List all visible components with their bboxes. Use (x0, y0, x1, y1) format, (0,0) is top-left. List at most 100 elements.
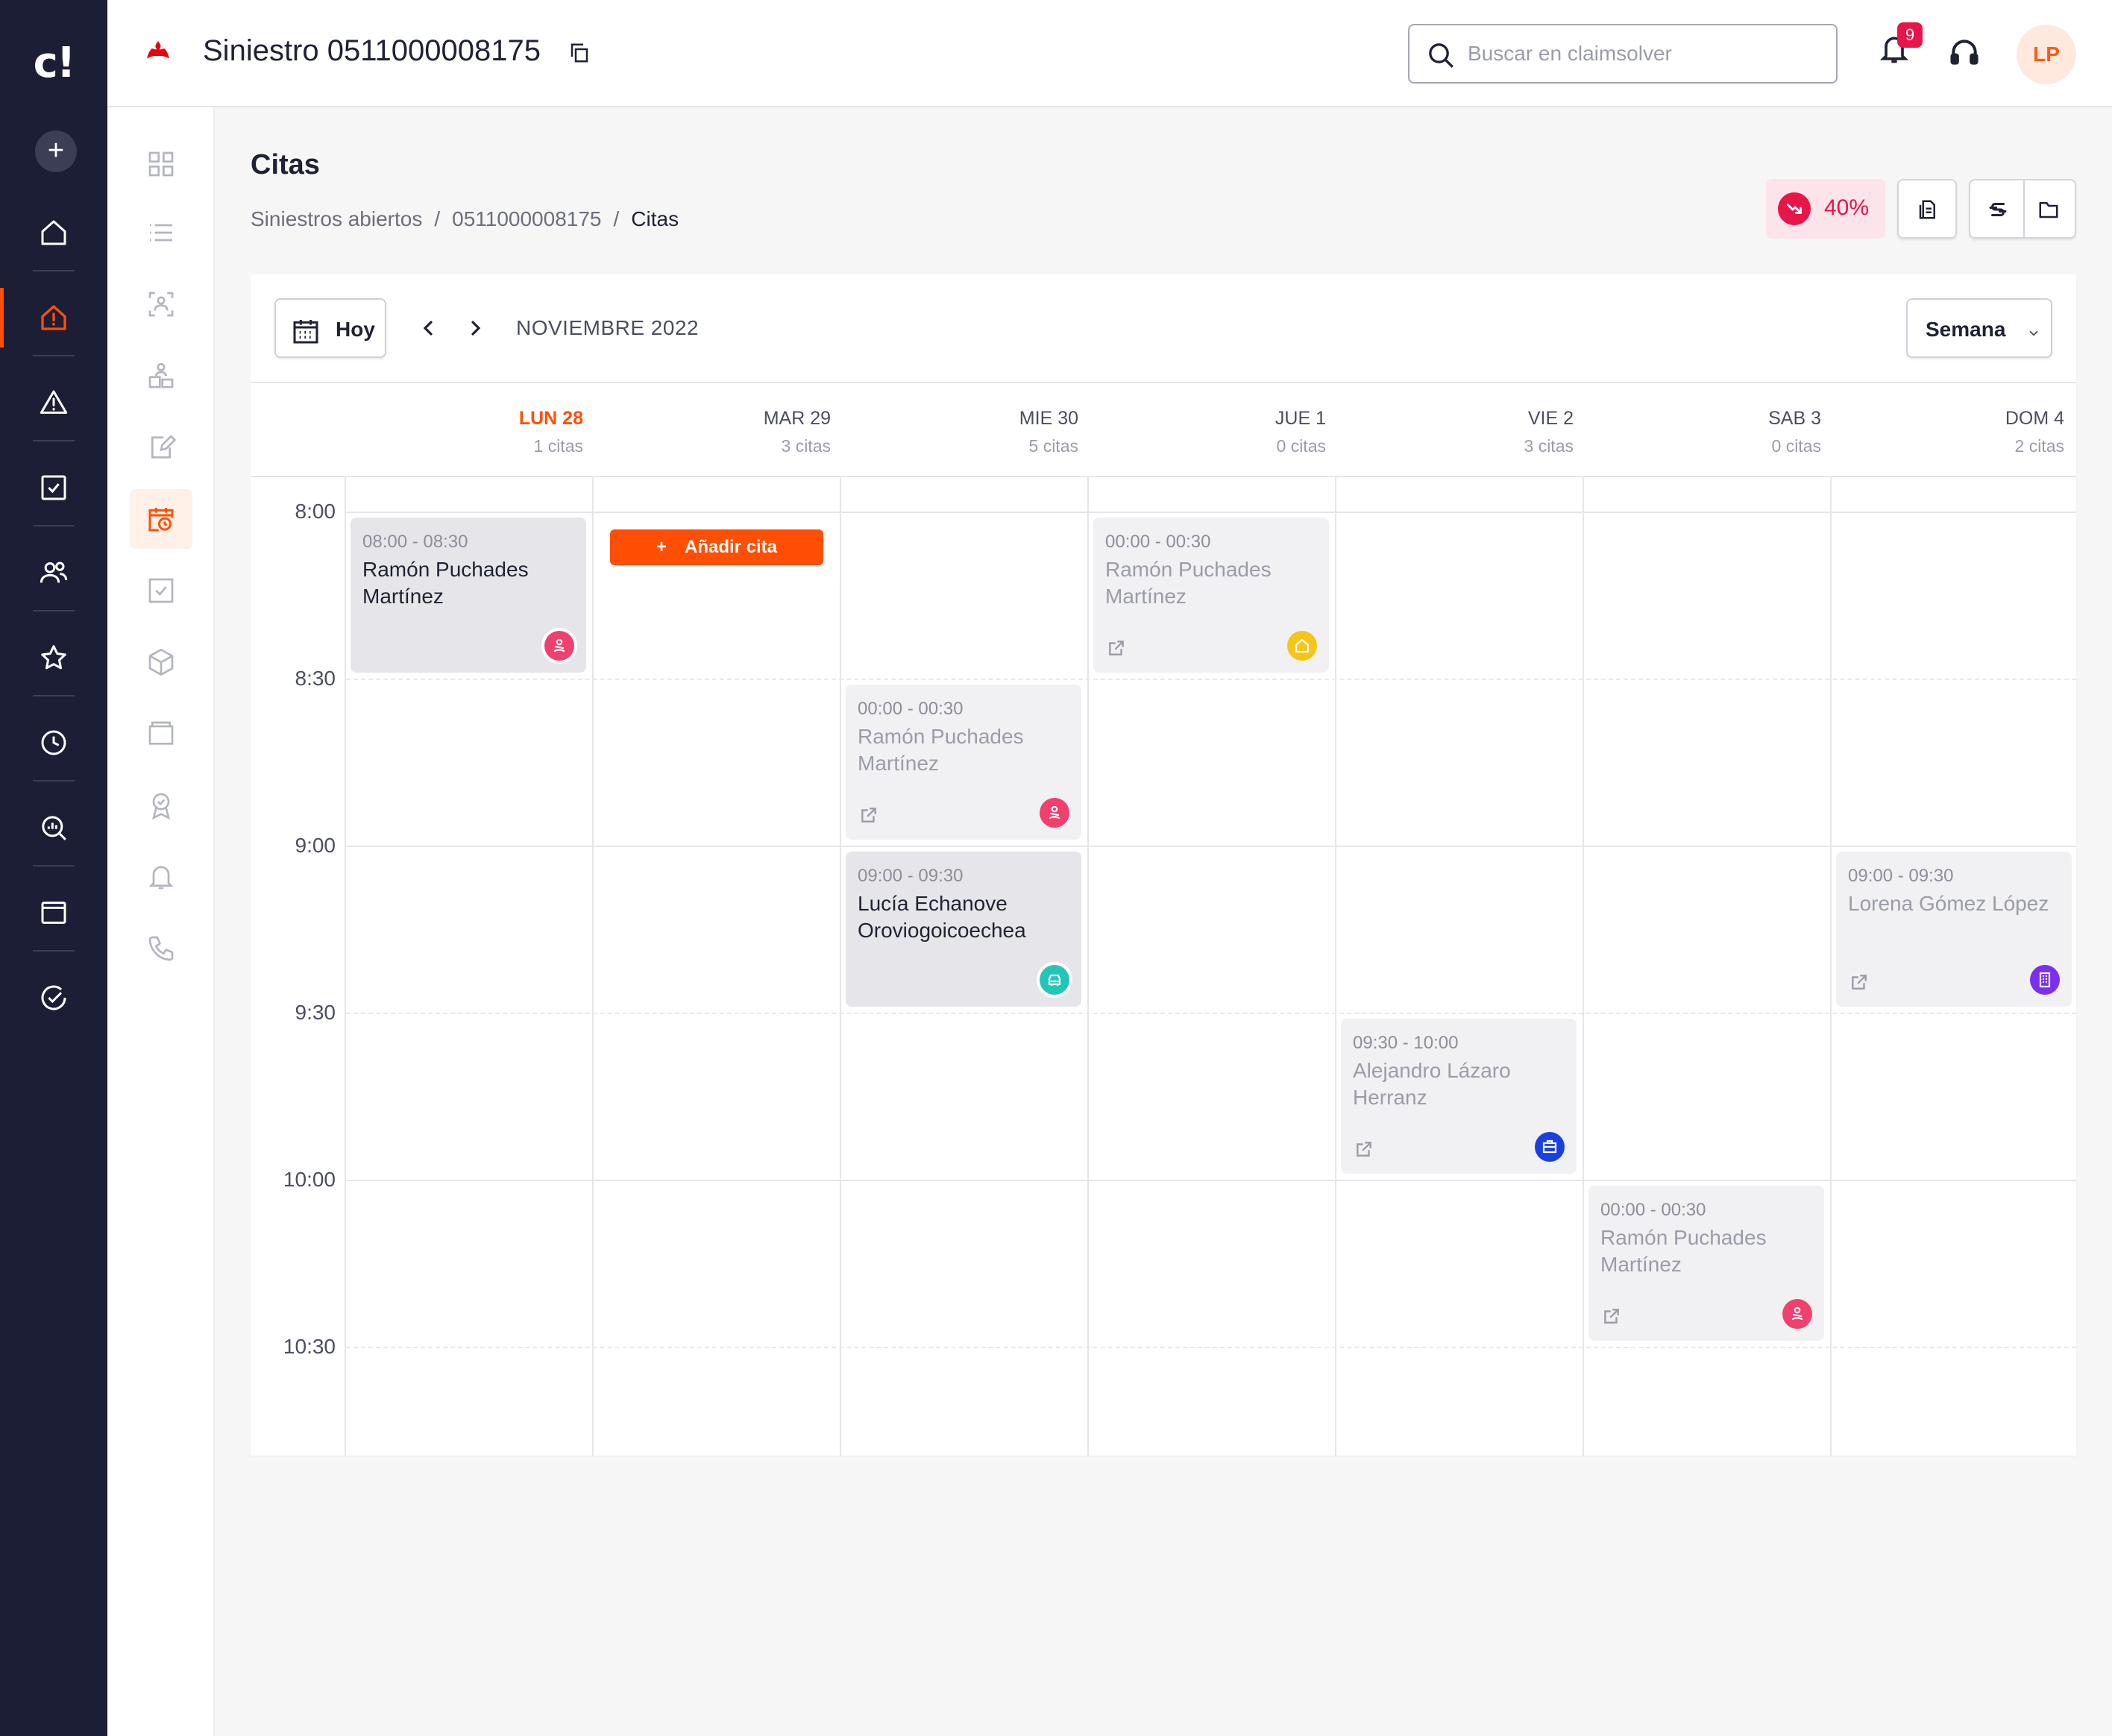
rail-divider (33, 865, 75, 867)
list-icon[interactable] (130, 203, 192, 262)
appointment-card[interactable]: 08:00 - 08:30 Ramón Puchades Martínez (351, 518, 586, 673)
appointment-name: Ramón Puchades Martínez (858, 725, 1024, 775)
bell-icon[interactable] (130, 847, 192, 907)
notifications-badge: 9 (1897, 22, 1923, 48)
copy-icon[interactable] (568, 42, 591, 64)
breadcrumb-link[interactable]: Siniestros abiertos (251, 207, 422, 230)
day-name: MAR 29 (763, 408, 831, 429)
view-select[interactable]: Semana (1906, 298, 2052, 358)
people-scan-icon[interactable] (130, 274, 192, 334)
rail-divider (33, 440, 75, 441)
day-name: JUE 1 (1275, 408, 1326, 429)
window-icon[interactable] (0, 883, 107, 943)
search-icon (1426, 40, 1456, 70)
grid-line (1830, 477, 1832, 1456)
appointment-card[interactable]: 00:00 - 00:30 Ramón Puchades Martínez (846, 685, 1081, 840)
person-icon (544, 631, 574, 661)
day-header[interactable]: JUE 1 0 citas (1102, 406, 1326, 461)
award-icon[interactable] (130, 776, 192, 835)
hour-line (346, 512, 2076, 513)
day-count: 1 citas (533, 436, 583, 456)
claims-alert-icon[interactable] (0, 288, 107, 347)
appointment-time: 09:00 - 09:30 (858, 866, 964, 886)
grid-icon[interactable] (130, 134, 192, 194)
calendar-clock-icon[interactable] (130, 489, 192, 549)
day-header[interactable]: MAR 29 3 citas (607, 406, 831, 461)
support-headset-icon[interactable] (1948, 36, 1981, 69)
time-label: 9:00 (295, 834, 336, 857)
appointment-card[interactable]: 09:00 - 09:30 Lucía Echanove Oroviogoico… (846, 852, 1081, 1007)
folder-icon[interactable] (2037, 198, 2060, 221)
document-button[interactable] (1897, 179, 1957, 239)
rail-divider (33, 355, 75, 356)
search-box[interactable] (1408, 24, 1838, 84)
half-hour-line (346, 679, 2076, 680)
month-label: NOVIEMBRE 2022 (516, 316, 700, 339)
appointment-card[interactable]: 09:30 - 10:00 Alejandro Lázaro Herranz (1341, 1019, 1577, 1174)
users-icon[interactable] (0, 543, 107, 603)
analytics-icon[interactable] (0, 798, 107, 858)
external-link-icon[interactable] (1602, 1306, 1621, 1326)
warning-icon[interactable] (0, 373, 107, 433)
clock-icon[interactable] (0, 713, 107, 773)
breadcrumb-link[interactable]: 0511000008175 (452, 207, 601, 230)
button-divider (2023, 180, 2025, 237)
prev-week-chevron-left-icon[interactable] (416, 316, 440, 340)
appointment-name: Lorena Gómez López (1848, 892, 2049, 915)
day-header[interactable]: VIE 2 3 citas (1350, 406, 1574, 461)
check-circle-icon[interactable] (0, 968, 107, 1028)
half-hour-line (346, 1013, 2076, 1014)
create-button[interactable]: + (35, 130, 77, 172)
external-link-icon[interactable] (859, 805, 879, 825)
money-icon[interactable] (1987, 198, 2009, 221)
section-sidebar (107, 107, 215, 1736)
appointment-name: Ramón Puchades Martínez (1600, 1226, 1767, 1276)
insurer-logo-icon (143, 37, 173, 67)
grid-line (840, 477, 841, 1456)
add-appointment-label: Añadir cita (684, 537, 778, 557)
rail-divider (33, 525, 75, 526)
day-header[interactable]: LUN 28 1 citas (359, 406, 583, 461)
checkbox-icon[interactable] (130, 561, 192, 620)
time-label: 8:00 (295, 500, 336, 523)
day-count: 3 citas (1524, 436, 1574, 456)
tasks-icon[interactable] (0, 458, 107, 518)
edit-doc-icon[interactable] (130, 418, 192, 477)
appointment-time: 09:00 - 09:30 (1848, 866, 1954, 886)
user-avatar[interactable]: LP (2017, 25, 2076, 84)
day-header[interactable]: DOM 4 2 citas (1841, 406, 2064, 461)
home-icon[interactable] (0, 203, 107, 262)
grid-line (345, 477, 346, 1456)
external-link-icon[interactable] (1107, 638, 1126, 658)
star-icon[interactable] (0, 628, 107, 688)
calendar-icon (291, 316, 321, 346)
add-appointment-button[interactable]: + Añadir cita (610, 529, 823, 565)
day-count: 0 citas (1276, 436, 1326, 456)
package-icon[interactable] (130, 632, 192, 692)
day-header[interactable]: SAB 3 0 citas (1597, 406, 1821, 461)
search-input[interactable] (1468, 39, 1818, 69)
appointment-card[interactable]: 00:00 - 00:30 Ramón Puchades Martínez (1588, 1186, 1824, 1341)
external-link-icon[interactable] (1849, 972, 1869, 992)
day-count: 2 citas (2014, 436, 2064, 456)
person-icon (1040, 798, 1069, 828)
progress-indicator[interactable]: 40% (1766, 179, 1885, 239)
external-link-icon[interactable] (1354, 1139, 1374, 1159)
grid-line (1335, 477, 1336, 1456)
today-button[interactable]: Hoy (274, 298, 386, 358)
calendar-panel: Hoy NOVIEMBRE 2022 Semana LUN 28 1 citas … (251, 274, 2076, 1456)
phone-icon[interactable] (130, 919, 192, 978)
person-building-icon[interactable] (130, 346, 192, 406)
day-header[interactable]: MIE 30 5 citas (855, 406, 1078, 461)
appointment-card[interactable]: 00:00 - 00:30 Ramón Puchades Martínez (1093, 518, 1329, 673)
grid-line (1583, 477, 1584, 1456)
next-week-chevron-right-icon[interactable] (464, 316, 488, 340)
appointment-card[interactable]: 09:00 - 09:30 Lorena Gómez López (1836, 852, 2072, 1007)
rail-divider (33, 270, 75, 271)
appointment-time: 00:00 - 00:30 (858, 699, 964, 719)
grid-line (1087, 477, 1089, 1456)
app-logo[interactable]: c! (0, 39, 107, 87)
wallet-icon[interactable] (130, 704, 192, 764)
breadcrumb: Siniestros abiertos / 0511000008175 / Citas (251, 207, 679, 231)
car-icon (1040, 965, 1069, 995)
